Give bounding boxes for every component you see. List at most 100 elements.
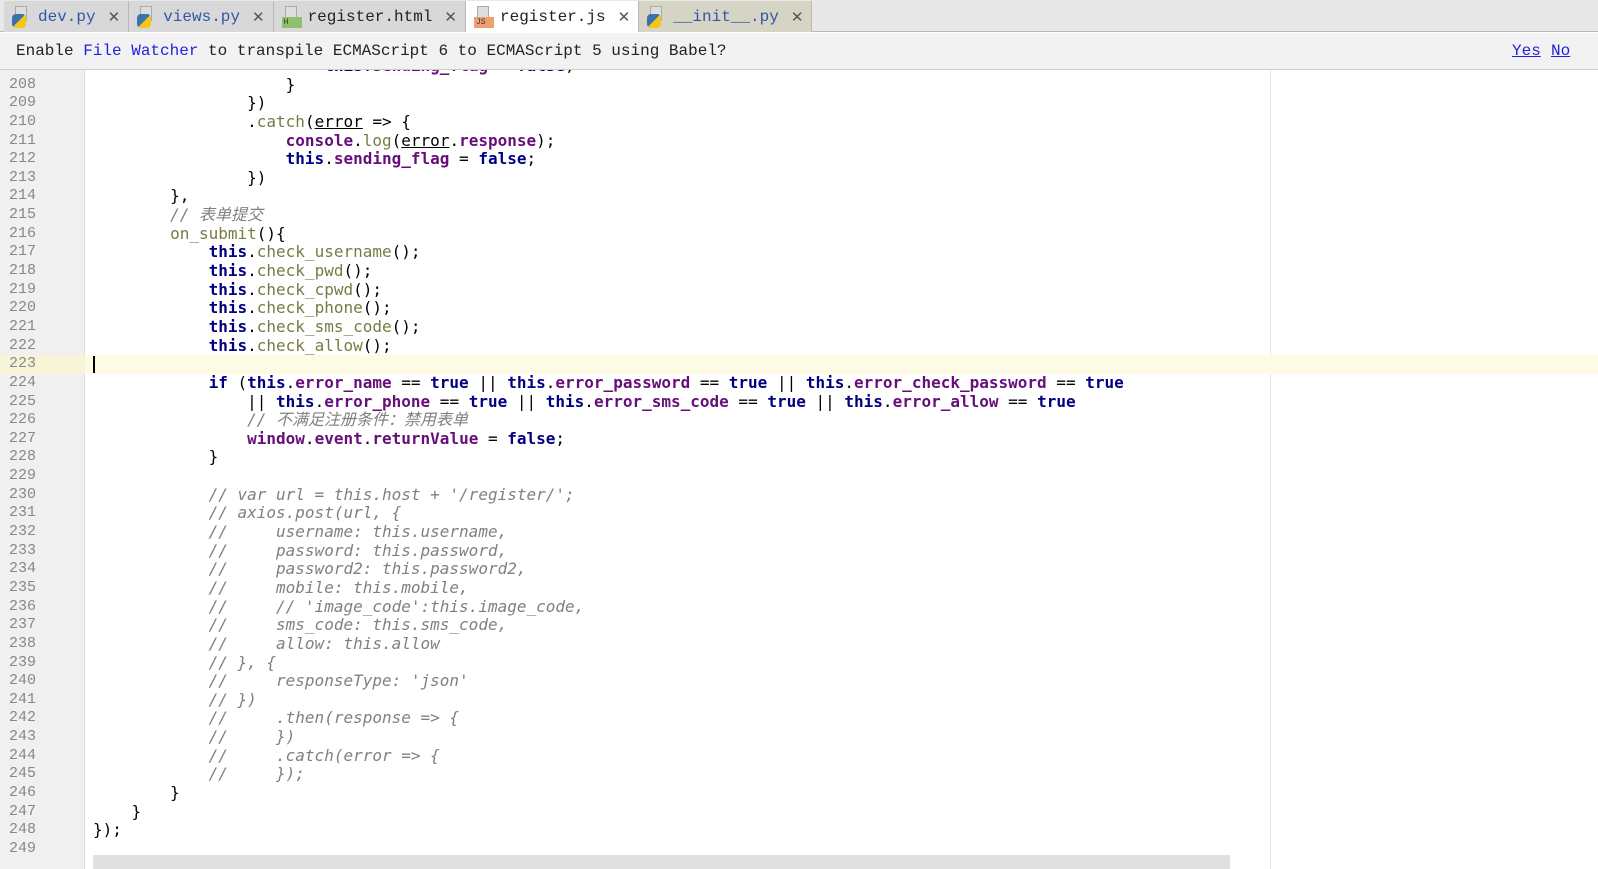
line-number: 223 bbox=[0, 355, 85, 374]
code-token: // .catch(error => { bbox=[93, 745, 440, 765]
horizontal-scrollbar[interactable] bbox=[93, 855, 1230, 869]
close-tab-icon[interactable]: ✕ bbox=[252, 8, 265, 26]
code-token: }, bbox=[93, 186, 190, 206]
code-token: // password: this.password, bbox=[93, 540, 508, 560]
code-line[interactable]: 235 // mobile: this.mobile, bbox=[0, 578, 1598, 598]
line-number: 208 bbox=[9, 75, 37, 93]
code-token: check_username bbox=[256, 242, 392, 262]
code-line[interactable]: 243 // }) bbox=[0, 727, 1598, 747]
code-line[interactable]: 221 this.check_sms_code(); bbox=[0, 317, 1598, 337]
code-line[interactable]: 231 // axios.post(url, { bbox=[0, 504, 1598, 523]
code-line[interactable]: 219 this.check_cpwd(); bbox=[0, 279, 1598, 300]
code-line[interactable]: 242 // .then(response => { bbox=[0, 709, 1598, 728]
code-lines: 207 this.sending_flag = false;208 }209 }… bbox=[0, 70, 1598, 859]
code-token: }) bbox=[93, 167, 267, 187]
code-line[interactable]: 222 this.check_allow(); bbox=[0, 336, 1598, 356]
code-line[interactable]: 223 bbox=[0, 355, 1598, 374]
code-token: . bbox=[247, 279, 257, 299]
tab-label: dev.py bbox=[38, 7, 96, 26]
code-line[interactable]: 230 // var url = this.host + '/register/… bbox=[0, 485, 1598, 505]
close-tab-icon[interactable]: ✕ bbox=[791, 8, 804, 26]
code-line[interactable]: 237 // sms_code: this.sms_code, bbox=[0, 615, 1598, 635]
code-line[interactable]: 208 } bbox=[0, 75, 1598, 95]
code-line[interactable]: 240 // responseType: 'json' bbox=[0, 671, 1598, 691]
code-line[interactable]: 244 // .catch(error => { bbox=[0, 745, 1598, 766]
code-token: // }) bbox=[93, 727, 296, 747]
code-line[interactable]: 216 on_submit(){ bbox=[0, 224, 1598, 244]
code-token: true bbox=[1037, 391, 1076, 411]
code-token: // axios.post(url, { bbox=[93, 503, 402, 523]
tab-views-py[interactable]: views.py ✕ bbox=[129, 1, 274, 32]
code-line[interactable]: 217 this.check_username(); bbox=[0, 243, 1598, 262]
code-line[interactable]: 245 // }); bbox=[0, 765, 1598, 784]
code-token: ; bbox=[565, 70, 575, 75]
line-number: 224 bbox=[9, 373, 37, 391]
code-line[interactable]: 238 // allow: this.allow bbox=[0, 634, 1598, 654]
code-line[interactable]: 239 // }, { bbox=[0, 652, 1598, 673]
code-line[interactable]: 248}); bbox=[0, 820, 1598, 840]
code-line[interactable]: 226 // 不满足注册条件：禁用表单 bbox=[0, 410, 1598, 430]
close-tab-icon[interactable]: ✕ bbox=[618, 8, 631, 26]
code-token: error bbox=[314, 111, 363, 131]
code-editor[interactable]: 207 this.sending_flag = false;208 }209 }… bbox=[0, 70, 1598, 869]
code-line[interactable]: 210 .catch(error => { bbox=[0, 111, 1598, 132]
tab-label: __init__.py bbox=[673, 7, 779, 26]
code-text: // allow: this.allow bbox=[93, 634, 440, 654]
code-token: // 表单提交 bbox=[93, 205, 263, 225]
close-tab-icon[interactable]: ✕ bbox=[444, 8, 457, 26]
js-file-icon: JS bbox=[473, 5, 494, 28]
code-token: // }, { bbox=[93, 652, 277, 672]
code-token: error_password bbox=[555, 372, 691, 392]
code-token: || bbox=[767, 372, 806, 392]
code-line[interactable]: 212 this.sending_flag = false; bbox=[0, 149, 1598, 169]
code-line[interactable]: 229 bbox=[0, 467, 1598, 486]
code-line[interactable]: 228 } bbox=[0, 448, 1598, 467]
code-line[interactable]: 213 }) bbox=[0, 167, 1598, 188]
code-text: this.check_sms_code(); bbox=[93, 317, 421, 337]
file-watcher-link[interactable]: File Watcher bbox=[83, 42, 198, 60]
line-number: 246 bbox=[9, 783, 37, 801]
code-token: returnValue bbox=[372, 428, 479, 448]
code-line[interactable]: 232 // username: this.username, bbox=[0, 522, 1598, 542]
line-number: 217 bbox=[9, 243, 37, 261]
code-text: // password: this.password, bbox=[93, 540, 508, 561]
code-line[interactable]: 218 this.check_pwd(); bbox=[0, 261, 1598, 281]
code-token: (); bbox=[391, 242, 421, 262]
line-number: 220 bbox=[9, 299, 37, 317]
code-token: || bbox=[805, 391, 845, 411]
close-tab-icon[interactable]: ✕ bbox=[108, 8, 121, 26]
yes-link[interactable]: Yes bbox=[1512, 33, 1541, 70]
code-line[interactable]: 209 }) bbox=[0, 93, 1598, 113]
code-token: } bbox=[93, 801, 142, 821]
code-token: true bbox=[1085, 372, 1124, 392]
code-line[interactable]: 233 // password: this.password, bbox=[0, 540, 1598, 561]
code-line[interactable]: 224 if (this.error_name == true || this.… bbox=[0, 372, 1598, 393]
code-line[interactable]: 214 }, bbox=[0, 187, 1598, 206]
code-text: || this.error_phone == true || this.erro… bbox=[93, 391, 1076, 412]
code-line[interactable]: 241 // }) bbox=[0, 690, 1598, 710]
tab-dev-py[interactable]: dev.py ✕ bbox=[4, 1, 130, 32]
code-token: false bbox=[507, 428, 556, 448]
code-line[interactable]: 234 // password2: this.password2, bbox=[0, 559, 1598, 579]
tab-register-js[interactable]: JS register.js ✕ bbox=[465, 1, 640, 32]
code-token: . bbox=[324, 149, 334, 169]
code-line[interactable]: 215 // 表单提交 bbox=[0, 205, 1598, 225]
tab-init-py[interactable]: __init__.py ✕ bbox=[639, 1, 813, 32]
code-line[interactable]: 227 window.event.returnValue = false; bbox=[0, 428, 1598, 449]
code-token: (); bbox=[343, 261, 373, 281]
code-line[interactable]: 220 this.check_phone(); bbox=[0, 299, 1598, 318]
code-line[interactable]: 236 // // 'image_code':this.image_code, bbox=[0, 597, 1598, 617]
code-token: true bbox=[468, 391, 508, 411]
no-link[interactable]: No bbox=[1551, 33, 1570, 70]
code-line[interactable]: 211 console.log(error.response); bbox=[0, 130, 1598, 151]
code-token: . bbox=[449, 130, 460, 150]
code-line[interactable]: 247 } bbox=[0, 801, 1598, 822]
code-line[interactable]: 246 } bbox=[0, 783, 1598, 803]
editor-tab-bar: dev.py ✕ views.py ✕ Hregister.html ✕ JS registe… bbox=[0, 0, 1598, 32]
notice-text-pre: Enable bbox=[16, 42, 84, 60]
code-line[interactable]: 225 || this.error_phone == true || this.… bbox=[0, 391, 1598, 412]
notice-text-post: to transpile ECMAScript 6 to ECMAScript … bbox=[198, 42, 727, 60]
tab-register-html[interactable]: Hregister.html ✕ bbox=[273, 1, 466, 32]
